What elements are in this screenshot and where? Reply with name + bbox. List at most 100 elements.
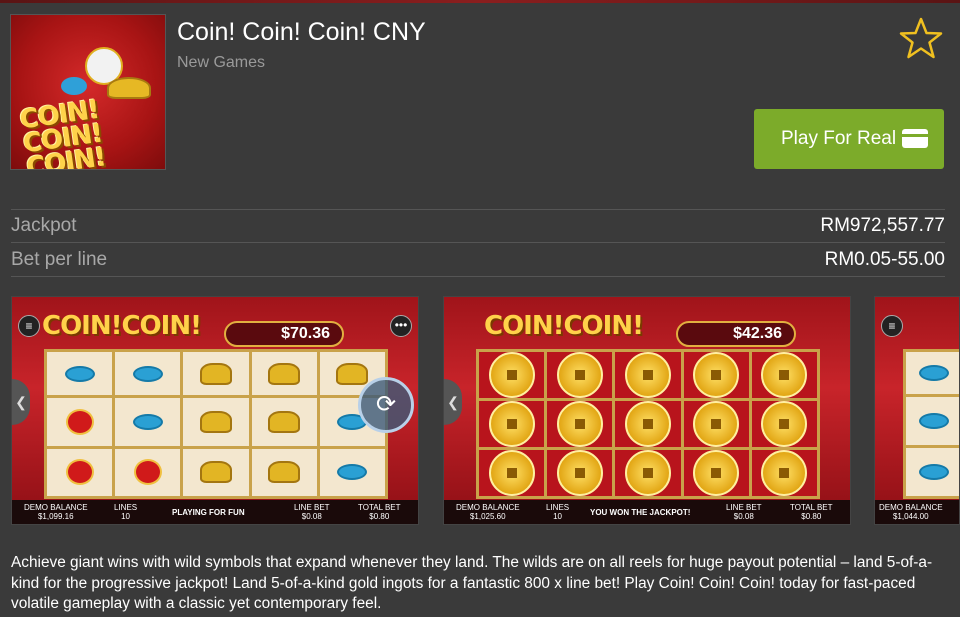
line-bet-value: $0.08: [301, 512, 322, 521]
play-button-label: Play For Real: [781, 128, 897, 149]
ingot-symbol: [268, 362, 301, 385]
demo-balance-value: $1,025.60: [469, 512, 506, 521]
reel-cell: [479, 401, 545, 447]
reel-cell: [115, 352, 181, 396]
line-bet-label: LINE BET: [726, 503, 762, 512]
line-bet-field: LINE BET $0.08: [294, 503, 330, 521]
reel-cell: [683, 450, 749, 496]
demo-balance-label: DEMO BALANCE: [456, 503, 520, 512]
reel-cell: [47, 448, 113, 496]
game-screenshot-2[interactable]: COIN!COIN! $42.36 ❮ DEMO BALANCE $1,025.…: [443, 296, 851, 525]
more-options-icon: •••: [390, 315, 412, 337]
line-bet-field: LINE BET $0.08: [726, 503, 762, 521]
demo-balance-field: DEMO BALANCE $1,099.16: [24, 503, 88, 521]
gold-coin-symbol: [693, 352, 740, 398]
game-thumbnail[interactable]: COIN! COIN! COIN!: [10, 14, 166, 170]
lantern-symbol: [133, 459, 162, 486]
fan-symbol: [337, 464, 368, 481]
gold-coin-symbol: [488, 352, 535, 398]
reel-cell: [683, 401, 749, 447]
fan-symbol: [64, 365, 95, 382]
game-screenshot-1[interactable]: ≡ COIN!COIN! $70.36 ••• ❮ ⟳ DEMO BALANCE…: [11, 296, 419, 525]
lines-value: 10: [121, 512, 131, 521]
total-bet-value: $0.80: [369, 512, 390, 521]
game-footer-bar: DEMO BALANCE $1,099.16 LINES 10 PLAYING …: [12, 500, 418, 524]
line-bet-value: $0.08: [733, 512, 754, 521]
reel-cell: [479, 450, 545, 496]
reel-cell: [183, 398, 249, 446]
game-screenshot-3[interactable]: ≡ DEMO BALANCE $1,044.00: [874, 296, 960, 525]
lines-field: LINES 10: [546, 503, 569, 521]
demo-balance-value: $1,044.00: [892, 512, 929, 521]
stat-value: RM972,557.77: [820, 215, 945, 236]
screenshot-logo: COIN!COIN!: [42, 311, 202, 341]
game-title: Coin! Coin! Coin! CNY: [177, 18, 426, 46]
game-category: New Games: [177, 54, 266, 71]
demo-balance-label: DEMO BALANCE: [24, 503, 88, 512]
game-logo: COIN! COIN! COIN!: [17, 94, 108, 170]
gold-coin-symbol: [693, 450, 740, 496]
reel-cell: [547, 352, 613, 398]
lines-label: LINES: [546, 503, 570, 512]
ingot-symbol: [199, 362, 232, 385]
slot-reels: [476, 349, 820, 499]
fan-symbol: [918, 413, 949, 429]
reel-cell: [47, 352, 113, 396]
gold-coin-symbol: [761, 352, 808, 398]
demo-balance-field: DEMO BALANCE $1,025.60: [456, 503, 520, 521]
fan-symbol: [132, 365, 163, 382]
reel-cell: [319, 448, 385, 496]
reel-cell: [683, 352, 749, 398]
favorite-star-icon[interactable]: [898, 16, 944, 62]
reel-cell: [906, 448, 959, 496]
gold-coin-symbol: [488, 401, 535, 447]
ingot-symbol: [268, 410, 301, 433]
menu-icon: ≡: [18, 315, 40, 337]
balance-pill: $42.36: [676, 321, 796, 347]
reel-cell: [251, 398, 317, 446]
gold-ingot-graphic: [107, 77, 151, 99]
lantern-symbol: [65, 408, 94, 435]
line-bet-label: LINE BET: [294, 503, 330, 512]
fan-symbol: [918, 365, 949, 381]
demo-balance-field: DEMO BALANCE $1,044.00: [879, 503, 943, 521]
status-message: YOU WON THE JACKPOT!: [590, 508, 691, 517]
reel-cell: [251, 448, 317, 496]
reel-cell: [479, 352, 545, 398]
spin-refresh-icon: ⟳: [358, 377, 414, 433]
total-bet-label: TOTAL BET: [790, 503, 833, 512]
total-bet-label: TOTAL BET: [358, 503, 401, 512]
gold-coin-symbol: [624, 401, 671, 447]
reel-cell: [115, 398, 181, 446]
fan-symbol: [132, 413, 163, 430]
gold-coin-symbol: [761, 450, 808, 496]
ingot-symbol: [268, 461, 301, 484]
total-bet-field: TOTAL BET $0.80: [790, 503, 833, 521]
screenshot-logo: COIN!COIN!: [484, 311, 644, 341]
total-bet-field: TOTAL BET $0.80: [358, 503, 401, 521]
chevron-left-icon: ❮: [444, 379, 462, 425]
ingot-symbol: [336, 362, 369, 385]
game-description: Achieve giant wins with wild symbols tha…: [11, 554, 933, 612]
lines-label: LINES: [114, 503, 138, 512]
ingot-symbol: [199, 461, 232, 484]
reel-cell: [251, 352, 317, 396]
gold-coin-symbol: [624, 352, 671, 398]
lantern-symbol: [65, 459, 94, 486]
reel-cell: [615, 352, 681, 398]
balance-pill: $70.36: [224, 321, 344, 347]
stat-value: RM0.05-55.00: [824, 248, 945, 270]
status-message: PLAYING FOR FUN: [172, 508, 245, 517]
stat-row-jackpot: Jackpot RM972,557.77: [11, 209, 945, 243]
reel-cell: [615, 450, 681, 496]
menu-icon: ≡: [881, 315, 903, 337]
stat-row-bet-per-line: Bet per line RM0.05-55.00: [11, 243, 945, 277]
stat-label: Jackpot: [11, 215, 77, 236]
reel-cell: [906, 352, 959, 394]
play-for-real-button[interactable]: Play For Real: [754, 109, 944, 169]
reel-cell: [547, 450, 613, 496]
reel-cell: [183, 352, 249, 396]
chevron-left-icon: ❮: [12, 379, 30, 425]
game-footer-bar: DEMO BALANCE $1,044.00: [875, 500, 959, 524]
total-bet-value: $0.80: [801, 512, 822, 521]
